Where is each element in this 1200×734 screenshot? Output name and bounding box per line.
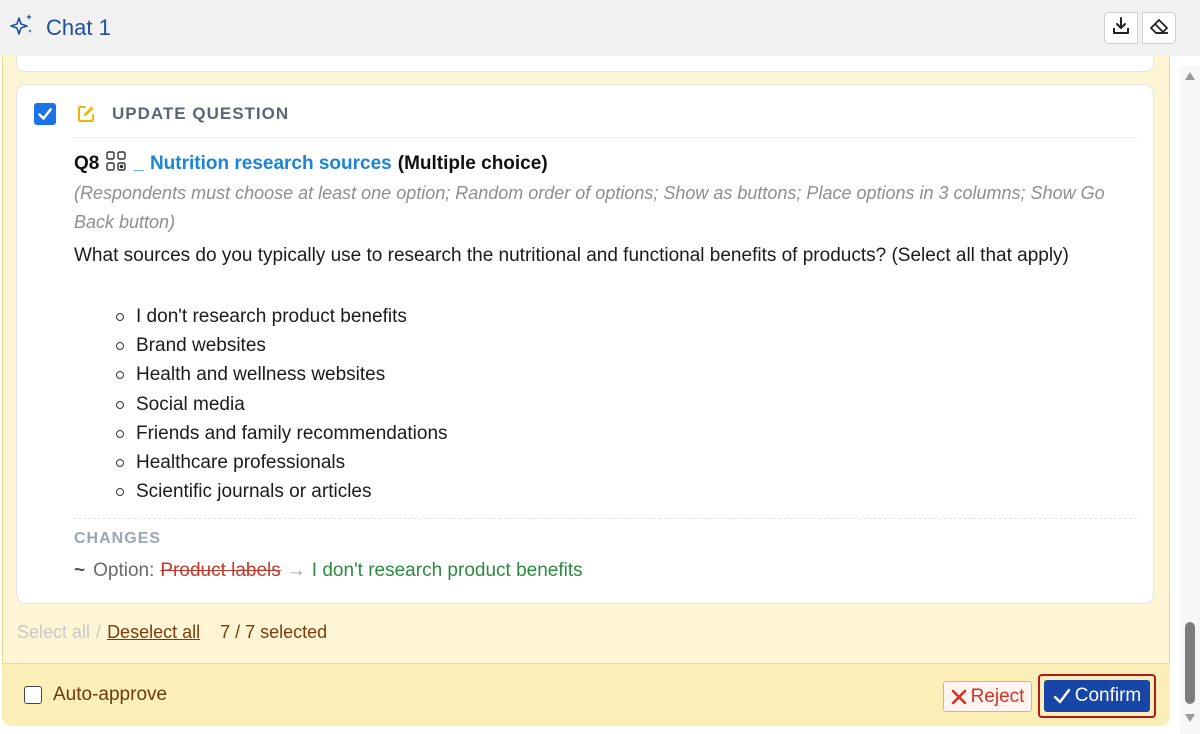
chat-title-wrap: Chat 1 xyxy=(10,12,111,43)
selection-controls: Select all / Deselect all 7 / 7 selected xyxy=(17,622,327,643)
option-item: Brand websites xyxy=(116,331,448,360)
chat-title: Chat 1 xyxy=(46,14,111,40)
selection-count: 7 / 7 selected xyxy=(220,622,328,642)
sparkle-icon xyxy=(10,12,36,43)
selection-separator: / xyxy=(96,622,102,642)
option-label: Healthcare professionals xyxy=(136,451,346,473)
deselect-all-link[interactable]: Deselect all xyxy=(107,622,200,643)
confirm-focus-ring: Confirm xyxy=(1038,674,1156,718)
confirm-button[interactable]: Confirm xyxy=(1044,680,1150,712)
new-value: I don't research product benefits xyxy=(311,560,583,581)
multiple-choice-grid-icon xyxy=(105,150,127,178)
changes-heading: CHANGES xyxy=(74,530,162,547)
option-label: Health and wellness websites xyxy=(136,364,386,386)
scroll-up-arrow-icon[interactable] xyxy=(1185,72,1195,80)
bullet-icon xyxy=(116,488,124,497)
question-text: What sources do you typically use to res… xyxy=(74,245,1069,266)
checkmark-icon xyxy=(38,108,52,120)
option-list: I don't research product benefits Brand … xyxy=(116,302,448,506)
chat-header: Chat 1 xyxy=(0,0,1200,56)
option-label: Brand websites xyxy=(136,335,266,357)
question-underscore: _ xyxy=(133,153,144,174)
eraser-icon xyxy=(1148,16,1170,41)
option-label: Social media xyxy=(136,393,245,415)
clear-chat-button[interactable] xyxy=(1142,12,1176,44)
question-name-link[interactable]: Nutrition research sources xyxy=(150,153,392,175)
change-label: Option: xyxy=(93,560,155,581)
old-value: Product labels xyxy=(160,560,281,581)
changes-divider xyxy=(73,518,1137,519)
question-settings: (Respondents must choose at least one op… xyxy=(74,183,1105,232)
option-label: Scientific journals or articles xyxy=(136,481,372,503)
auto-approve-toggle[interactable]: Auto-approve xyxy=(24,684,167,706)
reject-label: Reject xyxy=(970,685,1025,707)
option-item: Scientific journals or articles xyxy=(116,477,448,506)
scrollbar-thumb[interactable] xyxy=(1185,622,1195,704)
bullet-icon xyxy=(116,429,124,438)
action-title: UPDATE QUESTION xyxy=(112,104,290,123)
option-label: Friends and family recommendations xyxy=(136,422,448,444)
scroll-down-arrow-icon[interactable] xyxy=(1185,714,1195,722)
download-icon xyxy=(1111,16,1131,41)
question-number: Q8 xyxy=(74,153,100,174)
bullet-icon xyxy=(116,342,124,351)
action-footer: Auto-approve Reject Confirm xyxy=(2,663,1170,726)
bullet-icon xyxy=(116,458,124,467)
reject-button[interactable]: Reject xyxy=(943,681,1032,712)
auto-approve-label: Auto-approve xyxy=(53,684,168,705)
option-item: Friends and family recommendations xyxy=(116,419,448,448)
edit-icon xyxy=(76,104,96,129)
auto-approve-checkbox[interactable] xyxy=(24,686,42,704)
change-detail: ~ Option: Product labels → I don't resea… xyxy=(74,560,583,582)
change-card: UPDATE QUESTION Q8 _ Nutrition research … xyxy=(16,84,1154,604)
arrow-icon: → xyxy=(286,560,306,581)
bullet-icon xyxy=(116,371,124,380)
previous-change-card xyxy=(16,56,1154,72)
change-checkbox[interactable] xyxy=(34,103,56,125)
check-icon xyxy=(1053,688,1070,704)
option-item: Healthcare professionals xyxy=(116,448,448,477)
question-header: Q8 _ Nutrition research sources (Multipl… xyxy=(74,150,548,178)
scrollbar[interactable] xyxy=(1180,66,1200,734)
divider xyxy=(73,137,1137,138)
bullet-icon xyxy=(116,313,124,321)
option-item: I don't research product benefits xyxy=(116,302,448,331)
question-type: (Multiple choice) xyxy=(397,153,548,174)
option-item: Social media xyxy=(116,390,448,419)
confirm-label: Confirm xyxy=(1074,685,1142,706)
download-button[interactable] xyxy=(1104,12,1138,44)
bullet-icon xyxy=(116,400,124,409)
modified-marker: ~ xyxy=(74,560,86,581)
close-icon xyxy=(951,689,966,704)
select-all-link[interactable]: Select all xyxy=(17,622,90,643)
option-label: I don't research product benefits xyxy=(136,306,407,327)
option-item: Health and wellness websites xyxy=(116,360,448,389)
